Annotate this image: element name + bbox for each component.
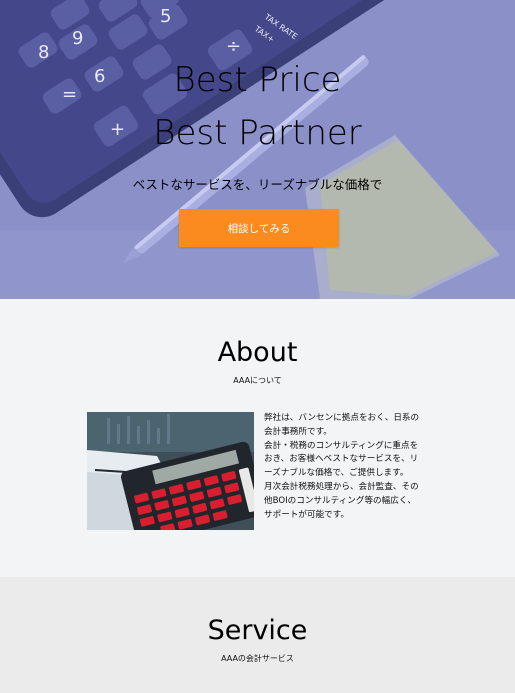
consult-button[interactable]: 相談してみる bbox=[179, 209, 339, 247]
about-title: About bbox=[217, 337, 298, 368]
hero-section: 8 9 6 = + ÷ 5 TAX RATE TAX+ Best Price B… bbox=[0, 0, 515, 299]
hero-title: Best Price Best Partner bbox=[0, 54, 515, 160]
hero-title-line-1: Best Price bbox=[173, 60, 342, 100]
service-section: Service AAAの会計サービス bbox=[0, 577, 515, 693]
about-line: 弊社は、バンセンに拠点をおく、日系の bbox=[264, 413, 420, 423]
service-subtitle: AAAの会計サービス bbox=[221, 654, 294, 663]
service-title: Service bbox=[207, 615, 308, 646]
about-line: 他BOIのコンサルティング等の幅広く、 bbox=[264, 495, 417, 506]
about-description: 弊社は、バンセンに拠点をおく、日系の 会計事務所です。 会計・税務のコンサルティ… bbox=[264, 412, 430, 522]
office-calculator-photo bbox=[87, 412, 254, 530]
about-line: おき、お客様へベストなサービスを、リ bbox=[264, 454, 419, 465]
about-subtitle: AAAについて bbox=[233, 376, 282, 385]
about-line: 会計事務所です。 bbox=[264, 426, 332, 437]
hero-title-line-2: Best Partner bbox=[153, 113, 362, 153]
about-line: ーズナブルな価格で、ご提供します。 bbox=[264, 468, 409, 479]
about-section: About AAAについて 弊社は、バンセンに拠点をおく、日系の 会計事務所です… bbox=[0, 299, 515, 577]
about-line: 会計・税務のコンサルティングに重点を bbox=[264, 440, 419, 451]
about-line: サポートが可能です。 bbox=[264, 509, 350, 520]
hero-subtitle: ベストなサービスを、リーズナブルな価格で bbox=[132, 177, 383, 192]
key-label: 5 bbox=[160, 6, 171, 27]
key-label: 9 bbox=[72, 28, 83, 49]
about-line: 月次会計税務処理から、会計監査、その bbox=[264, 481, 419, 492]
